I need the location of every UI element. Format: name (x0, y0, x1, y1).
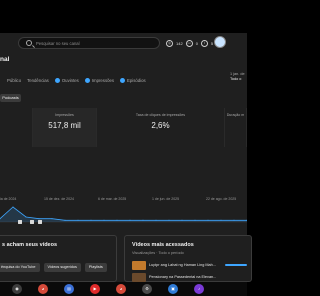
date-range-selector[interactable]: 1 jan. de Todo o (230, 72, 245, 82)
files-icon[interactable]: ▤ (64, 284, 74, 294)
chip-youtube-search[interactable]: ênquisa do YouTube (0, 263, 40, 272)
x-tick-label: 22 de ago. de 2025 (206, 197, 237, 201)
x-tick-label: ia de 2024 (0, 197, 17, 201)
metric-label: Impressões (55, 113, 74, 117)
media-icon[interactable]: ♪ (194, 284, 204, 294)
chart-point (142, 219, 144, 221)
analytics-tabs: Público Tendências Ouvintes Impressões E… (7, 78, 146, 83)
status-dot-icon (84, 78, 90, 83)
chart-point (90, 219, 92, 221)
tab-label: Público (7, 78, 22, 83)
chart-point (116, 219, 118, 221)
tab-ouvintes[interactable]: Ouvintes (54, 78, 79, 83)
taskbar: ◉ ◕ ▤ ▶ ◕ ⚙ ▣ ♪ (0, 282, 247, 296)
event-marker-icon[interactable] (30, 220, 34, 224)
cards-row: s acham seus vídeos ênquisa do YouTube V… (0, 235, 252, 282)
metric-value: 2,6% (151, 121, 170, 130)
settings-icon[interactable]: ⚙ (142, 284, 152, 294)
discovery-card: s acham seus vídeos ênquisa do YouTube V… (0, 235, 117, 282)
youtube-icon[interactable]: ▶ (90, 284, 100, 294)
chart-point (168, 219, 170, 221)
chrome-icon[interactable]: ◕ (116, 284, 126, 294)
metrics-row: Impressões 517,8 mil Taxa de cliques de … (0, 108, 247, 147)
list-item[interactable]: Lupipr ang Lahat ng Haman Ling Mah... (132, 260, 227, 270)
chart-point (194, 219, 196, 221)
card-title: Vídeos mais acessados (132, 242, 194, 248)
chart-svg (0, 206, 247, 224)
chrome-icon[interactable]: ◕ (38, 284, 48, 294)
views-bar (225, 264, 247, 266)
metric-label: Taxa de cliques de impressões (135, 113, 186, 117)
header-icons: ◎ 142 ▭ 0 i 5 (166, 38, 213, 48)
black-top-margin (0, 0, 247, 33)
chip-playlists[interactable]: Playlists (84, 263, 107, 272)
list-item[interactable]: Pensionary na Passedental na Elevan... (132, 272, 227, 282)
video-title: Pensionary na Passedental na Elevan... (149, 275, 217, 279)
captions-icon[interactable]: ▭ (185, 39, 193, 47)
chart-series-line (0, 206, 247, 221)
chart-point (233, 219, 235, 221)
search-input[interactable]: Pesquisar no seu canal (18, 37, 160, 49)
chart-point (220, 219, 222, 221)
metric-card-duration[interactable]: Duração m (225, 108, 247, 147)
metric-card-ctr[interactable]: Taxa de cliques de impressões 2,6% (97, 108, 225, 147)
info-icon[interactable]: i (200, 39, 208, 47)
notifications-icon[interactable]: ◎ (166, 39, 173, 47)
tab-episodios[interactable]: Episódios (120, 78, 146, 83)
metric-value: 517,8 mil (48, 121, 81, 130)
chart-point (77, 219, 79, 221)
channel-title: nal (0, 56, 10, 63)
tab-impressoes[interactable]: Impressões (84, 78, 115, 83)
chart-point (64, 219, 66, 221)
tab-label: Ouvintes (61, 78, 79, 83)
tab-label: Episódios (127, 78, 146, 83)
date-range-value: Todo o (230, 77, 242, 81)
source-chips: ênquisa do YouTube Vídeos sugeridos Play… (0, 263, 107, 272)
search-icon (26, 40, 32, 46)
status-dot-icon (54, 78, 60, 83)
tab-tendencias[interactable]: Tendências (27, 78, 49, 83)
metric-card[interactable] (0, 108, 33, 147)
event-marker-icon[interactable] (18, 220, 22, 224)
top-videos-card: Vídeos mais acessados Visualizações · To… (124, 235, 252, 282)
card-subtitle: Visualizações · Todo o período (132, 251, 184, 255)
event-marker-icon[interactable] (38, 220, 42, 224)
avatar[interactable] (214, 36, 226, 48)
impressions-chart (0, 152, 247, 226)
captions-count: 0 (195, 40, 198, 46)
chart-point (103, 219, 105, 221)
chart-area (0, 207, 247, 222)
video-thumbnail (132, 272, 146, 282)
chart-point (12, 206, 14, 208)
video-thumbnail (132, 260, 146, 270)
chart-point (181, 219, 183, 221)
filter-pill-podcasts[interactable]: Podcasts (0, 94, 21, 102)
video-title: Lupipr ang Lahat ng Haman Ling Mah... (149, 263, 216, 267)
tab-label: Impressões (91, 78, 115, 83)
chart-point (38, 218, 40, 220)
status-dot-icon (120, 78, 126, 83)
folder-icon[interactable]: ▣ (168, 284, 178, 294)
card-title: s acham seus vídeos (2, 242, 58, 248)
studio-analytics-panel: Pesquisar no seu canal ◎ 142 ▭ 0 i 5 nal… (0, 33, 252, 282)
chart-point (207, 219, 209, 221)
x-tick-label: 15 de dez. de 2024 (44, 197, 74, 201)
tab-label: Tendências (27, 78, 49, 83)
info-count: 5 (210, 40, 214, 46)
x-tick-label: 6 de mar. de 2025 (98, 197, 127, 201)
search-placeholder: Pesquisar no seu canal (36, 41, 80, 46)
chart-point (51, 218, 53, 220)
chip-suggested-videos[interactable]: Vídeos sugeridos (43, 263, 81, 272)
metric-label: Duração m (226, 113, 245, 117)
chart-point (129, 219, 131, 221)
chart-point (25, 216, 27, 218)
x-tick-label: 1 de jun. de 2025 (152, 197, 180, 201)
metric-card-impressions[interactable]: Impressões 517,8 mil (33, 108, 97, 147)
tab-publico[interactable]: Público (7, 78, 21, 83)
chart-point (155, 219, 157, 221)
top-bar: Pesquisar no seu canal ◎ 142 ▭ 0 i 5 (0, 33, 247, 53)
notification-count: 142 (176, 40, 183, 46)
camera-icon[interactable]: ◉ (12, 284, 22, 294)
